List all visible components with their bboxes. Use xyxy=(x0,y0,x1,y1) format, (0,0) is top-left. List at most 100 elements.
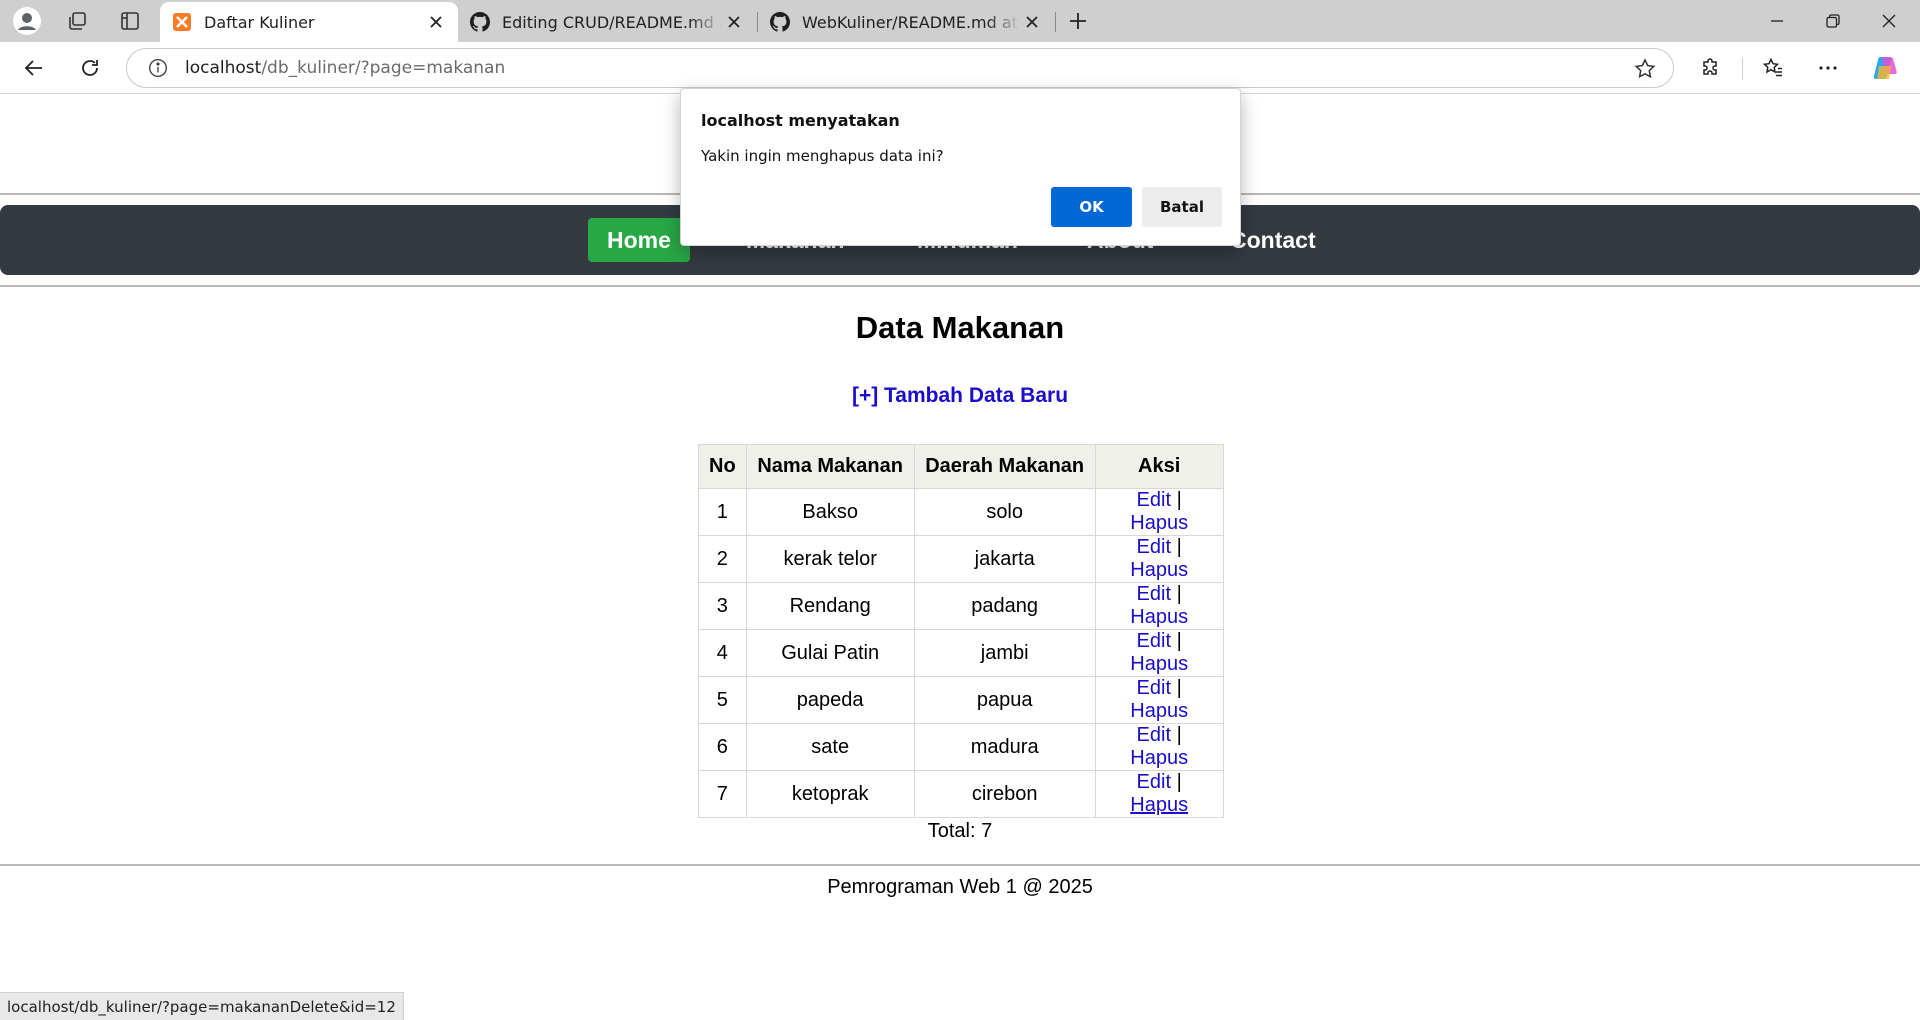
github-icon xyxy=(770,12,790,32)
cell-nama: Gulai Patin xyxy=(745,629,915,677)
cell-no: 1 xyxy=(698,488,747,536)
table-row: 7 ketoprak cirebon Edit | Hapus xyxy=(698,770,1224,818)
cell-aksi: Edit | Hapus xyxy=(1094,676,1224,724)
column-header-no: No xyxy=(698,444,747,489)
nav-home[interactable]: Home xyxy=(588,218,690,262)
add-data-link[interactable]: [+] Tambah Data Baru xyxy=(852,384,1068,407)
restore-icon[interactable] xyxy=(1806,0,1860,42)
url-text: localhost/db_kuliner/?page=makanan xyxy=(185,58,505,78)
edit-link[interactable]: Edit xyxy=(1137,630,1171,652)
column-header-nama: Nama Makanan xyxy=(745,444,915,489)
cancel-button[interactable]: Batal xyxy=(1142,187,1222,227)
address-bar[interactable]: localhost/db_kuliner/?page=makanan xyxy=(126,48,1674,88)
profile-icon[interactable] xyxy=(12,6,42,36)
table-row: 3 Rendang padang Edit | Hapus xyxy=(698,582,1224,630)
action-separator: | xyxy=(1176,677,1182,699)
cell-daerah: solo xyxy=(913,488,1096,536)
table-row: 1 Bakso solo Edit | Hapus xyxy=(698,488,1224,536)
favorites-icon[interactable] xyxy=(1755,50,1791,86)
delete-link[interactable]: Hapus xyxy=(1130,747,1188,769)
new-tab-icon[interactable] xyxy=(1063,6,1093,36)
extensions-icon[interactable] xyxy=(1693,50,1729,86)
table-body: 1 Bakso solo Edit | Hapus 2 kerak telor jakart… xyxy=(698,488,1224,818)
action-separator: | xyxy=(1176,583,1182,605)
cell-no: 6 xyxy=(698,723,747,771)
delete-link[interactable]: Hapus xyxy=(1130,606,1188,628)
edit-link[interactable]: Edit xyxy=(1137,677,1171,699)
copilot-icon[interactable] xyxy=(1867,50,1903,86)
delete-link[interactable]: Hapus xyxy=(1130,653,1188,675)
close-tab-icon[interactable] xyxy=(424,10,448,34)
dialog-message: Yakin ingin menghapus data ini? xyxy=(701,147,944,165)
edit-link[interactable]: Edit xyxy=(1137,583,1171,605)
action-separator: | xyxy=(1176,724,1182,746)
close-window-icon[interactable] xyxy=(1862,0,1916,42)
delete-link[interactable]: Hapus xyxy=(1130,559,1188,581)
minimize-icon[interactable] xyxy=(1750,0,1804,42)
cell-daerah: jakarta xyxy=(913,535,1096,583)
edit-link[interactable]: Edit xyxy=(1137,489,1171,511)
edit-link[interactable]: Edit xyxy=(1137,771,1171,793)
cell-daerah: madura xyxy=(913,723,1096,771)
tab-separator xyxy=(1055,12,1056,32)
more-options-icon[interactable] xyxy=(1810,50,1846,86)
footer-divider xyxy=(0,864,1920,866)
table-header-row: No Nama Makanan Daerah Makanan Aksi xyxy=(698,444,1224,489)
xampp-icon xyxy=(172,12,192,32)
column-header-aksi: Aksi xyxy=(1094,444,1224,489)
footer-text: Pemrograman Web 1 @ 2025 xyxy=(827,876,1093,898)
tab-title: WebKuliner/README.md at main xyxy=(802,12,1020,32)
edit-link[interactable]: Edit xyxy=(1137,536,1171,558)
table-row: 2 kerak telor jakarta Edit | Hapus xyxy=(698,535,1224,583)
cell-daerah: cirebon xyxy=(913,770,1096,818)
delete-link[interactable]: Hapus xyxy=(1130,512,1188,534)
action-separator: | xyxy=(1176,536,1182,558)
tab-editing-crud-readme[interactable]: Editing CRUD/README.md at main xyxy=(458,2,756,42)
table-row: 4 Gulai Patin jambi Edit | Hapus xyxy=(698,629,1224,677)
cell-nama: papeda xyxy=(745,676,915,724)
close-tab-icon[interactable] xyxy=(1020,10,1044,34)
cell-aksi: Edit | Hapus xyxy=(1094,535,1224,583)
cell-nama: sate xyxy=(745,723,915,771)
action-separator: | xyxy=(1176,489,1182,511)
favorite-star-icon[interactable] xyxy=(1633,57,1657,81)
delete-link[interactable]: Hapus xyxy=(1130,794,1188,816)
total-count: Total: 7 xyxy=(927,820,993,842)
back-icon[interactable] xyxy=(16,50,52,86)
tab-daftar-kuliner[interactable]: Daftar Kuliner xyxy=(160,2,458,42)
cell-aksi: Edit | Hapus xyxy=(1094,582,1224,630)
cell-daerah: padang xyxy=(913,582,1096,630)
vertical-tabs-icon[interactable] xyxy=(115,6,145,36)
tab-title: Daftar Kuliner xyxy=(204,12,315,32)
status-bar-url: localhost/db_kuliner/?page=makananDelete… xyxy=(0,992,404,1020)
tab-webkuliner-readme[interactable]: WebKuliner/README.md at main xyxy=(758,2,1054,42)
url-path: /db_kuliner/?page=makanan xyxy=(261,58,506,78)
ok-button[interactable]: OK xyxy=(1051,187,1132,227)
reload-icon[interactable] xyxy=(72,50,108,86)
cell-nama: Bakso xyxy=(745,488,915,536)
dialog-title: localhost menyatakan xyxy=(701,111,900,130)
page-title: Data Makanan xyxy=(855,310,1065,345)
cell-aksi: Edit | Hapus xyxy=(1094,629,1224,677)
cell-nama: kerak telor xyxy=(745,535,915,583)
cell-daerah: papua xyxy=(913,676,1096,724)
cell-no: 2 xyxy=(698,535,747,583)
cell-no: 5 xyxy=(698,676,747,724)
nav-divider xyxy=(0,285,1920,287)
cell-no: 4 xyxy=(698,629,747,677)
url-host: localhost xyxy=(185,58,262,78)
cell-nama: Rendang xyxy=(745,582,915,630)
action-separator: | xyxy=(1176,630,1182,652)
workspaces-icon[interactable] xyxy=(62,6,92,36)
close-tab-icon[interactable] xyxy=(722,10,746,34)
table-row: 6 sate madura Edit | Hapus xyxy=(698,723,1224,771)
add-data-link-wrapper: [+] Tambah Data Baru xyxy=(0,384,1920,408)
toolbar-separator xyxy=(1742,58,1743,80)
browser-toolbar: localhost/db_kuliner/?page=makanan xyxy=(0,42,1920,94)
edit-link[interactable]: Edit xyxy=(1137,724,1171,746)
cell-daerah: jambi xyxy=(913,629,1096,677)
confirm-dialog: localhost menyatakan Yakin ingin menghap… xyxy=(680,88,1241,246)
tab-title: Editing CRUD/README.md at main xyxy=(502,12,722,32)
delete-link[interactable]: Hapus xyxy=(1130,700,1188,722)
site-info-icon[interactable] xyxy=(147,57,169,79)
